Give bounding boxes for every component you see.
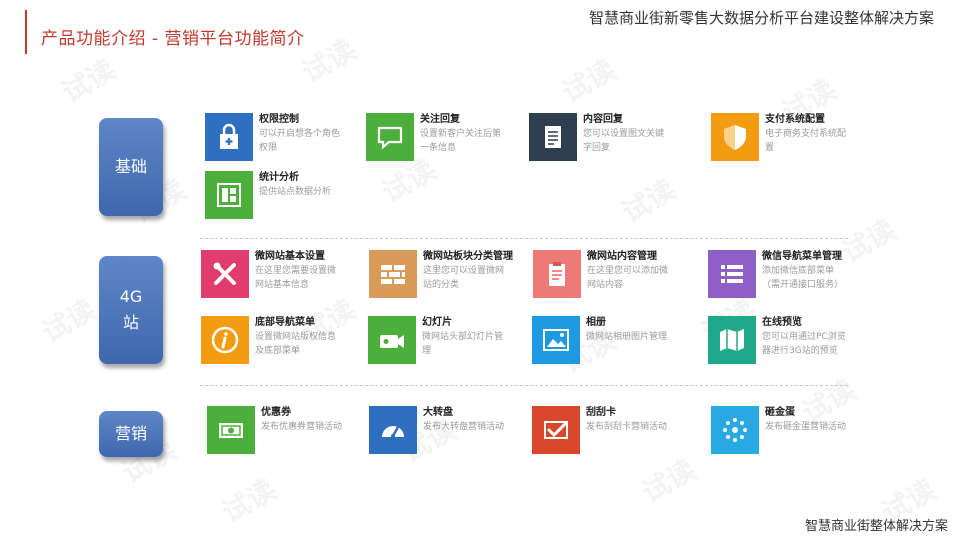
shield-icon (711, 113, 759, 161)
feature-item-marketing-1: 大转盘发布大转盘营销活动 (369, 406, 534, 462)
feature-description: 发布优惠券营销活动 (261, 422, 343, 432)
document-title: 智慧商业街新零售大数据分析平台建设整体解决方案 (588, 9, 934, 27)
feature-item-marketing-3: 砸金蛋发布砸金蛋营销活动 (711, 406, 876, 462)
feature-description: 设置新客户关注后第一条信息 (420, 129, 502, 153)
category-4g-site: 4G 站 (99, 256, 163, 364)
watermark-text: 试读 (36, 293, 102, 350)
brick-wall-icon (369, 250, 417, 298)
feature-title: 微网站板块分类管理 (423, 251, 513, 262)
feature-item-basics-1: 关注回复设置新客户关注后第一条信息 (366, 113, 531, 169)
category-4g-site-label: 4G 站 (119, 287, 143, 332)
clipboard-icon (533, 250, 581, 298)
section-divider (200, 238, 848, 239)
feature-item-site4g-3: 微信导航菜单管理添加微信底部菜单（需开通接口服务） (708, 250, 873, 306)
feature-item-site4g-5: 幻灯片微网站头部幻灯片管理 (368, 316, 533, 372)
projector-icon (368, 316, 416, 364)
feature-description: 提供站点数据分析 (259, 187, 332, 197)
feature-description: 发布刮刮卡营销活动 (586, 422, 668, 432)
feature-description: 在这里您需要设置微网站基本信息 (255, 266, 337, 290)
feature-item-site4g-7: 在线预览您可以用通过PC浏览器进行3G站的预览 (708, 316, 873, 372)
watermark-text: 试读 (56, 53, 122, 110)
footer-text: 智慧商业街整体解决方案 (804, 519, 948, 534)
tools-icon (201, 250, 249, 298)
photo-icon (532, 316, 580, 364)
feature-item-site4g-1: 微网站板块分类管理这里您可以设置微网站的分类 (369, 250, 534, 306)
document-icon (529, 113, 577, 161)
header-accent-line (25, 10, 27, 54)
feature-item-marketing-0: 优惠券发布优惠券营销活动 (207, 406, 372, 462)
feature-item-basics-0: 权限控制可以开启想各个角色权限 (205, 113, 370, 169)
section-title: 产品功能介绍 - 营销平台功能简介 (41, 29, 305, 49)
feature-item-basics-4: 统计分析提供站点数据分析 (205, 171, 370, 227)
chat-bubble-icon (366, 113, 414, 161)
feature-title: 砸金蛋 (765, 407, 795, 418)
feature-item-basics-3: 支付系统配置电子商务支付系统配置 (711, 113, 876, 169)
feature-description: 发布大转盘营销活动 (423, 422, 505, 432)
category-marketing: 营销 (99, 411, 163, 457)
feature-title: 支付系统配置 (765, 114, 825, 125)
feature-title: 微网站内容管理 (587, 251, 657, 262)
feature-description: 添加微信底部菜单（需开通接口服务） (762, 266, 844, 290)
feature-description: 发布砸金蛋营销活动 (765, 422, 847, 432)
feature-item-site4g-2: 微网站内容管理在这里您可以添加微网站内容 (533, 250, 698, 306)
feature-description: 设置微网站版权信息及底部菜单 (255, 332, 337, 356)
feature-description: 微网站头部幻灯片管理 (422, 332, 504, 356)
section-divider (200, 385, 848, 386)
map-icon (708, 316, 756, 364)
feature-description: 您可以设置图文关键字回复 (583, 129, 665, 153)
feature-title: 权限控制 (259, 114, 299, 125)
watermark-text: 试读 (556, 53, 622, 110)
category-basics: 基础 (99, 118, 163, 216)
feature-description: 您可以用通过PC浏览器进行3G站的预览 (762, 332, 846, 356)
feature-title: 微网站基本设置 (255, 251, 325, 262)
feature-title: 幻灯片 (422, 317, 452, 328)
feature-title: 优惠券 (261, 407, 291, 418)
feature-item-basics-2: 内容回复您可以设置图文关键字回复 (529, 113, 694, 169)
feature-title: 关注回复 (420, 114, 460, 125)
feature-title: 微信导航菜单管理 (762, 251, 842, 262)
coupon-icon (207, 406, 255, 454)
sparkle-icon (711, 406, 759, 454)
stats-icon (205, 171, 253, 219)
feature-title: 刮刮卡 (586, 407, 616, 418)
lock-icon (205, 113, 253, 161)
feature-description: 电子商务支付系统配置 (765, 129, 847, 153)
feature-item-site4g-4: 底部导航菜单设置微网站版权信息及底部菜单 (201, 316, 366, 372)
feature-title: 内容回复 (583, 114, 623, 125)
feature-title: 相册 (586, 317, 606, 328)
feature-item-marketing-2: 刮刮卡发布刮刮卡营销活动 (532, 406, 697, 462)
menu-list-icon (708, 250, 756, 298)
feature-description: 可以开启想各个角色权限 (259, 129, 341, 153)
feature-description: 这里您可以设置微网站的分类 (423, 266, 505, 290)
gauge-icon (369, 406, 417, 454)
watermark-text: 试读 (616, 173, 682, 230)
feature-description: 微网站相册图片管理 (586, 332, 668, 342)
check-card-icon (532, 406, 580, 454)
feature-title: 在线预览 (762, 317, 802, 328)
feature-title: 统计分析 (259, 172, 299, 183)
watermark-text: 试读 (216, 473, 282, 530)
feature-item-site4g-0: 微网站基本设置在这里您需要设置微网站基本信息 (201, 250, 366, 306)
feature-item-site4g-6: 相册微网站相册图片管理 (532, 316, 697, 372)
feature-description: 在这里您可以添加微网站内容 (587, 266, 669, 290)
feature-title: 底部导航菜单 (255, 317, 315, 328)
info-icon (201, 316, 249, 364)
feature-title: 大转盘 (423, 407, 453, 418)
